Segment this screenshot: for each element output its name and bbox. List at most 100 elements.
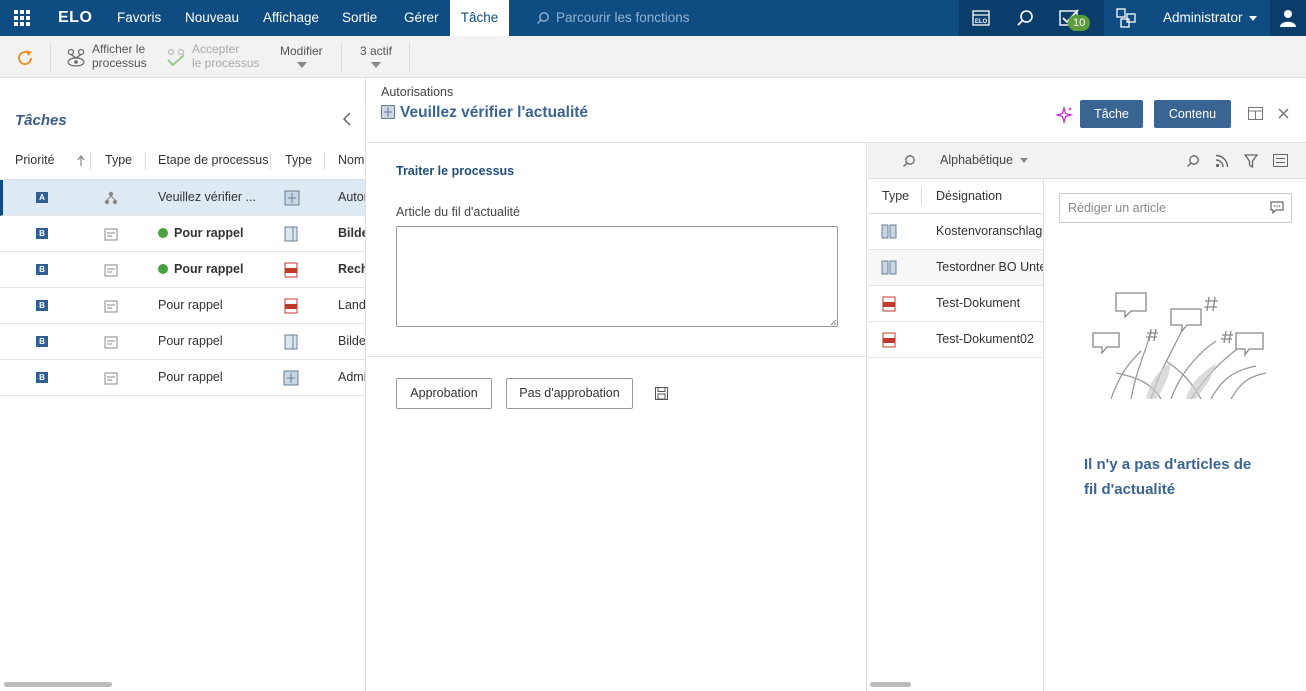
sort-dropdown[interactable]: Alphabétique	[940, 153, 1028, 167]
menu-affichage[interactable]: Affichage	[263, 0, 319, 36]
binder-icon	[881, 224, 897, 239]
accept-process-label: Accepter le processus	[192, 42, 259, 70]
content-button[interactable]: Contenu	[1154, 100, 1231, 128]
user-menu[interactable]: Administrator	[1163, 0, 1257, 36]
search-icon[interactable]	[1186, 154, 1200, 168]
accept-process-line1: Accepter	[192, 42, 240, 56]
search-icon[interactable]	[902, 154, 916, 168]
document-row[interactable]: Kostenvoranschlag	[868, 214, 1043, 250]
accept-process-line2: le processus	[192, 56, 260, 70]
menu-sortie[interactable]: Sortie	[342, 0, 377, 36]
tasks-table-header: Priorité Type Etape de processus Type No…	[0, 144, 365, 180]
process-form: Traiter le processus Article du fil d'ac…	[367, 143, 867, 691]
folder-structure-icon	[283, 370, 299, 386]
collapse-panel-button[interactable]	[342, 112, 352, 131]
task-row[interactable]: B Pour rappel Admi	[0, 360, 365, 396]
reminder-icon	[104, 372, 118, 385]
column-divider[interactable]	[921, 187, 922, 205]
workspace-switch-button[interactable]	[1104, 0, 1148, 36]
horizontal-scrollbar[interactable]	[870, 682, 911, 687]
user-name: Administrator	[1163, 10, 1243, 25]
pdf-icon	[882, 296, 896, 312]
column-header-type[interactable]: Type	[105, 144, 132, 180]
task-row[interactable]: B Pour rappel Bilde	[0, 216, 365, 252]
task-row[interactable]: B Pour rappel Land	[0, 288, 365, 324]
org-chart-icon	[1116, 8, 1136, 28]
task-name: Bilde	[338, 334, 366, 348]
accept-process-icon	[167, 48, 185, 67]
modify-dropdown[interactable]: Modifier	[280, 36, 328, 78]
feed-article-textarea[interactable]	[396, 226, 838, 327]
column-header-doc-type[interactable]: Type	[285, 144, 312, 180]
column-header-type[interactable]: Type	[882, 179, 909, 215]
column-divider[interactable]	[90, 152, 91, 170]
app-launcher-button[interactable]	[0, 0, 44, 36]
task-row[interactable]: B Pour rappel Rech	[0, 252, 365, 288]
layout-toggle-icon[interactable]	[1248, 107, 1263, 120]
resize-handle-icon[interactable]	[830, 319, 837, 326]
priority-badge: B	[36, 264, 48, 275]
process-step: Pour rappel	[158, 334, 223, 348]
function-search-input[interactable]: Parcourir les fonctions	[536, 0, 690, 36]
reminder-icon	[104, 336, 118, 349]
grid-icon	[14, 10, 30, 26]
menu-favoris[interactable]: Favoris	[117, 0, 161, 36]
process-step-text: Pour rappel	[174, 262, 244, 276]
document-name: Kostenvoranschlag	[936, 224, 1043, 238]
column-header-priority[interactable]: Priorité	[15, 144, 55, 180]
write-article-input[interactable]: Rédiger un article	[1059, 193, 1292, 223]
toolbar-divider	[409, 42, 410, 72]
column-divider[interactable]	[324, 152, 325, 170]
approve-button[interactable]: Approbation	[396, 378, 492, 409]
process-step: Pour rappel	[158, 298, 223, 312]
process-eye-icon	[67, 48, 85, 67]
close-icon[interactable]	[1278, 108, 1289, 119]
column-divider[interactable]	[270, 152, 271, 170]
comment-icon	[1270, 201, 1284, 214]
list-view-icon[interactable]	[1273, 154, 1288, 167]
process-step: Pour rappel	[158, 252, 243, 288]
column-header-process-step[interactable]: Etape de processus	[158, 144, 269, 180]
search-icon	[537, 12, 549, 25]
column-header-designation[interactable]: Désignation	[936, 179, 1002, 215]
documents-table-header: Type Désignation	[868, 179, 1043, 215]
document-name: Testordner BO Unte	[936, 260, 1044, 274]
form-section-title: Traiter le processus	[396, 164, 515, 178]
accept-process-button[interactable]: Accepter le processus	[165, 36, 260, 78]
task-row[interactable]: A Veuillez vérifier ... Autor	[0, 180, 365, 216]
breadcrumb[interactable]: Autorisations	[381, 85, 453, 99]
menu-nouveau[interactable]: Nouveau	[185, 0, 239, 36]
sparkle-ai-icon[interactable]	[1056, 106, 1074, 124]
write-article-placeholder: Rédiger un article	[1068, 201, 1166, 215]
profile-button[interactable]	[1270, 0, 1306, 36]
task-button[interactable]: Tâche	[1080, 100, 1143, 128]
user-icon	[1280, 10, 1296, 27]
empty-feed-message: Il n'y a pas d'articles de fil d'actualit…	[1084, 452, 1284, 502]
rss-feed-icon[interactable]	[1215, 154, 1229, 168]
reminder-icon	[104, 300, 118, 313]
elo-logo: ELO	[58, 9, 93, 26]
save-icon[interactable]	[655, 387, 668, 400]
document-row[interactable]: Testordner BO Unte	[868, 250, 1044, 286]
column-divider[interactable]	[145, 152, 146, 170]
filter-icon[interactable]	[1244, 154, 1258, 168]
column-header-name[interactable]: Nom	[338, 144, 364, 180]
page-title-text: Veuillez vérifier l'actualité	[400, 104, 589, 121]
menu-tache[interactable]: Tâche	[450, 0, 509, 36]
show-process-button[interactable]: Afficher le processus	[65, 36, 155, 78]
document-row[interactable]: Test-Dokument	[868, 286, 1043, 322]
toolbar-divider	[341, 42, 342, 72]
sort-ascending-icon[interactable]	[77, 155, 85, 167]
magnifier-icon	[1017, 10, 1033, 26]
search-button[interactable]	[1003, 0, 1047, 36]
document-row[interactable]: Test-Dokument02	[868, 322, 1043, 358]
menu-gerer[interactable]: Gérer	[404, 0, 439, 36]
elo-archive-button[interactable]: ELO	[959, 0, 1003, 36]
task-row[interactable]: B Pour rappel Bilde	[0, 324, 366, 360]
image-document-icon	[284, 334, 298, 350]
reminder-icon	[104, 228, 118, 241]
refresh-button[interactable]	[14, 36, 38, 78]
active-filter-dropdown[interactable]: 3 actif	[360, 36, 400, 78]
reject-button[interactable]: Pas d'approbation	[506, 378, 633, 409]
horizontal-scrollbar[interactable]	[4, 682, 112, 687]
